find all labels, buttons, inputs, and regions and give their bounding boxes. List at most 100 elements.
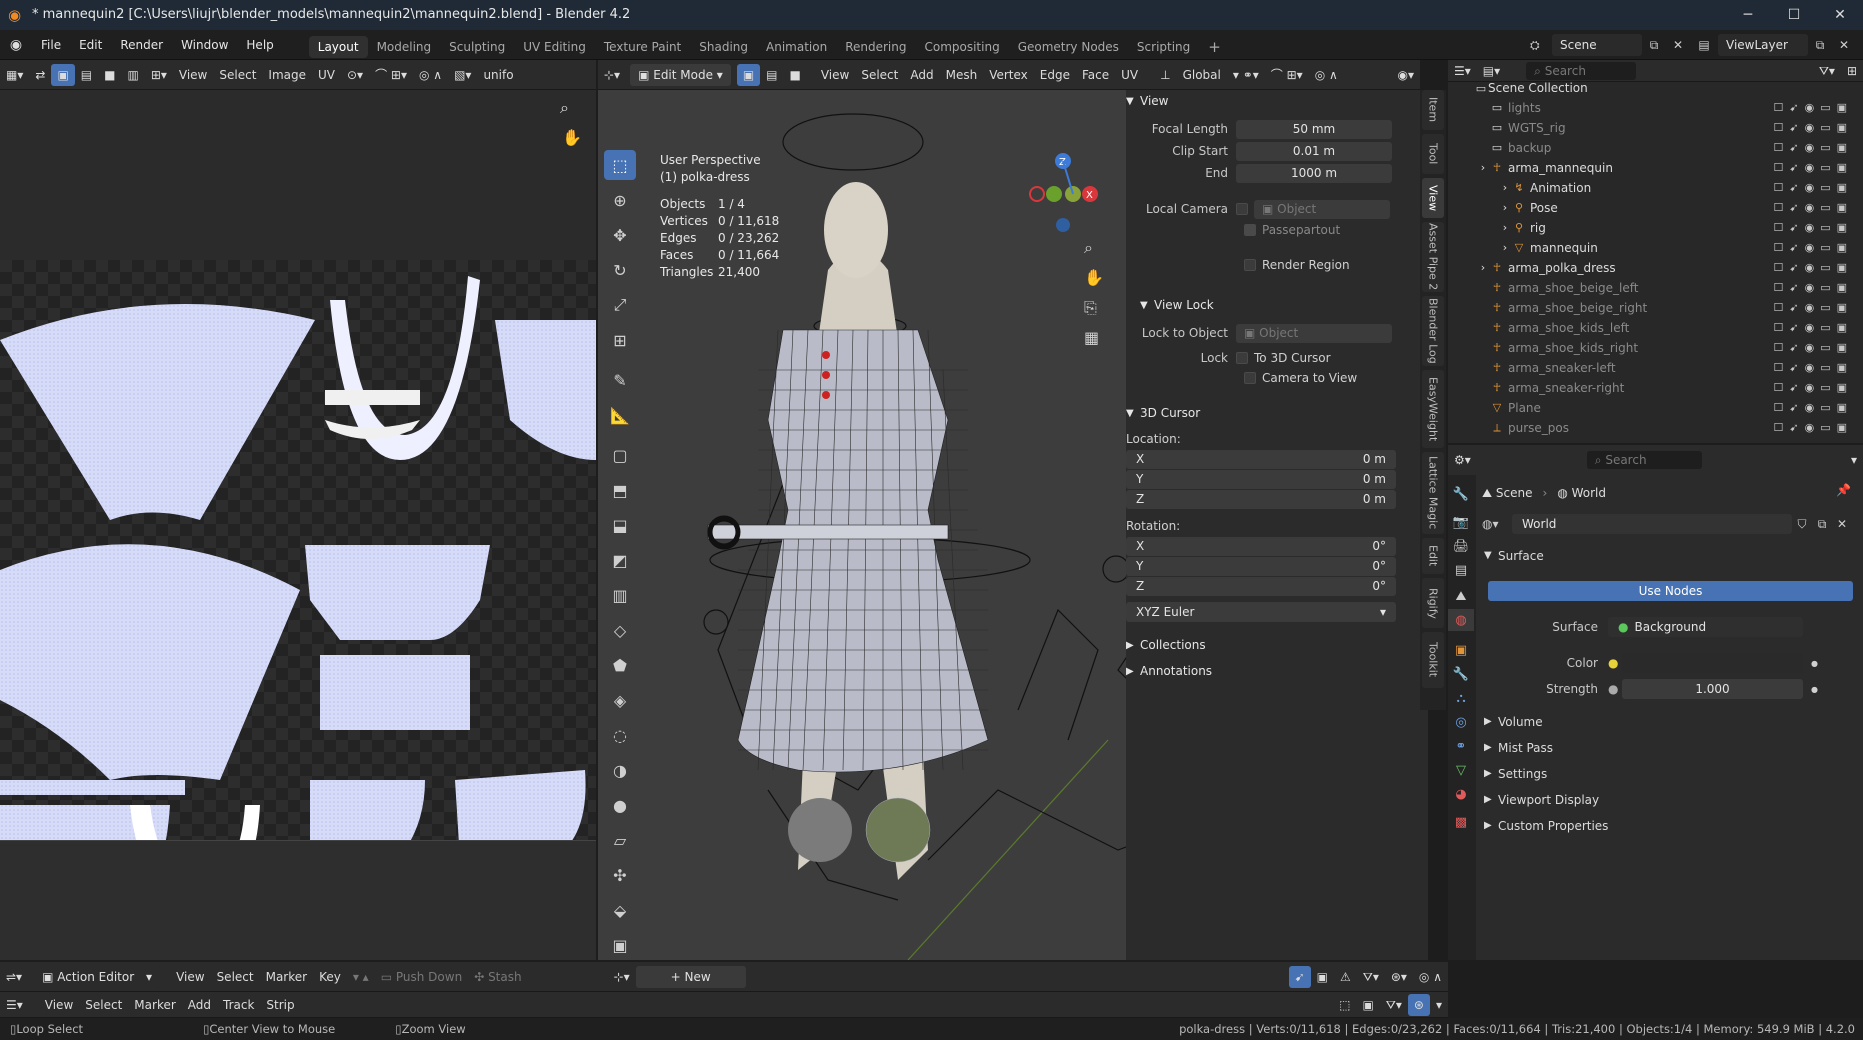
outliner-row[interactable]: › ▽ mannequin ☐➹◉▭▣ — [1448, 238, 1863, 258]
vertex-select-icon[interactable]: ▣ — [51, 63, 75, 86]
tab-uv-editing[interactable]: UV Editing — [514, 36, 595, 58]
action-editor-type-icon[interactable]: ⇌▾ — [0, 966, 28, 988]
scene-tab-icon[interactable]: ⛰ — [1448, 585, 1474, 607]
visibility-toggles-icon[interactable]: ☐➹◉▭▣ — [1774, 178, 1853, 198]
tab-compositing[interactable]: Compositing — [915, 36, 1008, 58]
tab-scripting[interactable]: Scripting — [1128, 36, 1199, 58]
visibility-toggles-icon[interactable]: ☐➹◉▭▣ — [1774, 378, 1853, 398]
ae-menu-key[interactable]: Key — [313, 966, 347, 988]
world-tab-icon[interactable]: ◍ — [1448, 609, 1474, 631]
outliner-row[interactable]: › ☥ arma_polka_dress ☐➹◉▭▣ — [1448, 258, 1863, 278]
view-layer-icon[interactable]: ▤ — [1690, 38, 1718, 52]
tab-rendering[interactable]: Rendering — [836, 36, 915, 58]
proportional-icon[interactable]: ◎ ∧ — [1413, 966, 1448, 988]
tab-tool[interactable]: Tool — [1422, 134, 1444, 174]
vp-menu-select[interactable]: Select — [855, 64, 904, 86]
visibility-toggles-icon[interactable]: ☐➹◉▭▣ — [1774, 398, 1853, 418]
face-select-icon[interactable]: ■ — [98, 64, 121, 86]
image-browse-icon[interactable]: ▧▾ — [448, 64, 477, 86]
layer-arrows-icon[interactable]: ▾ ▴ — [347, 966, 375, 988]
tab-asset-pipe[interactable]: Asset Pipe 2 — [1422, 222, 1444, 292]
tab-animation[interactable]: Animation — [757, 36, 836, 58]
cursor-section-header[interactable]: ▼ 3D Cursor — [1126, 402, 1416, 424]
visibility-toggles-icon[interactable]: ☐➹◉▭▣ — [1774, 158, 1853, 178]
annotations-section-header[interactable]: ▶ Annotations — [1126, 660, 1416, 682]
new-action-button[interactable]: + New — [635, 965, 746, 988]
keyframe-dot-icon[interactable]: ● — [1811, 659, 1818, 668]
knife-tool-icon[interactable]: ◇ — [604, 615, 636, 645]
spin-tool-icon[interactable]: ◈ — [604, 685, 636, 715]
tab-layout[interactable]: Layout — [308, 35, 368, 58]
tab-toolkit[interactable]: Toolkit — [1422, 632, 1444, 688]
tab-shading[interactable]: Shading — [690, 36, 757, 58]
tab-edit[interactable]: Edit — [1422, 538, 1444, 574]
new-scene-icon[interactable]: ⧉ — [1642, 38, 1666, 53]
visibility-toggles-icon[interactable]: ☐➹◉▭▣ — [1774, 218, 1853, 238]
strength-field[interactable]: 1.000 — [1622, 679, 1803, 699]
camera-view-icon[interactable]: ⎘ — [1084, 298, 1097, 318]
outliner-row[interactable]: ☥ arma_shoe_kids_right ☐➹◉▭▣ — [1448, 338, 1863, 358]
to-sphere-tool-icon[interactable]: ⬙ — [604, 895, 636, 925]
only-selected-icon[interactable]: ➹ — [1288, 965, 1311, 988]
rotate-tool-icon[interactable]: ↻ — [604, 255, 636, 285]
visibility-toggles-icon[interactable]: ☐➹◉▭▣ — [1774, 98, 1853, 118]
snap-icon[interactable]: ⌒ ⊞▾ — [369, 64, 413, 86]
camera-to-view-checkbox[interactable] — [1244, 372, 1256, 384]
minimize-button[interactable]: ─ — [1725, 0, 1771, 30]
pan-view-icon[interactable]: ✋ — [1084, 268, 1104, 287]
orientation-icon[interactable]: ⊥ — [1154, 64, 1176, 86]
blender-menu-icon[interactable]: ◉ — [0, 37, 32, 53]
proportional-icon[interactable]: ◎ ∧ — [413, 64, 448, 86]
vp-menu-view[interactable]: View — [815, 64, 855, 86]
cursor-tool-icon[interactable]: ⊕ — [604, 185, 636, 215]
tab-texture-paint[interactable]: Texture Paint — [595, 36, 690, 58]
chevron-right-icon[interactable]: › — [1498, 178, 1512, 198]
vp-menu-add[interactable]: Add — [904, 64, 939, 86]
vp-menu-edge[interactable]: Edge — [1034, 64, 1076, 86]
proportional-edit-icon[interactable]: ◎ ∧ — [1309, 64, 1344, 86]
nla-menu-track[interactable]: Track — [217, 994, 260, 1016]
pivot-icon[interactable]: ⊙▾ — [341, 64, 369, 86]
tab-sculpting[interactable]: Sculpting — [440, 36, 514, 58]
outliner-row[interactable]: ▭ lights ☐➹◉▭▣ — [1448, 98, 1863, 118]
outliner-search-input[interactable]: ⌕ Search — [1526, 61, 1637, 80]
object-tab-icon[interactable]: ▣ — [1448, 639, 1474, 661]
mode-selector[interactable]: ▣ Edit Mode ▾ — [630, 63, 731, 86]
visibility-toggles-icon[interactable]: ☐➹◉▭▣ — [1774, 258, 1853, 278]
local-camera-checkbox[interactable] — [1236, 203, 1248, 215]
ortho-toggle-icon[interactable]: ▦ — [1084, 328, 1099, 347]
transform-tool-icon[interactable]: ⊞ — [604, 325, 636, 355]
world-browse-icon[interactable]: ◍▾ — [1482, 517, 1512, 531]
tab-view[interactable]: View — [1422, 178, 1444, 218]
annotate-tool-icon[interactable]: ✎ — [604, 365, 636, 395]
ae-menu-select[interactable]: Select — [211, 966, 260, 988]
uv-menu-uv[interactable]: UV — [312, 64, 341, 86]
push-down-button[interactable]: ▭ Push Down — [375, 966, 468, 988]
island-select-icon[interactable]: ▥ — [121, 64, 144, 86]
render-region-checkbox[interactable] — [1244, 259, 1256, 271]
pivot-point-icon[interactable]: ▾ ⚭▾ — [1227, 64, 1265, 86]
shear-tool-icon[interactable]: ▱ — [604, 825, 636, 855]
visibility-toggles-icon[interactable]: ☐➹◉▭▣ — [1774, 198, 1853, 218]
menu-render[interactable]: Render — [111, 30, 172, 60]
smooth-tool-icon[interactable]: ◌ — [604, 720, 636, 750]
loop-cut-tool-icon[interactable]: ▥ — [604, 580, 636, 610]
tab-item[interactable]: Item — [1422, 90, 1444, 130]
texture-tab-icon[interactable]: ▩ — [1448, 811, 1474, 833]
rip-region-tool-icon[interactable]: ▣ — [604, 930, 636, 960]
action-editor-mode-dropdown[interactable]: ▣ Action Editor ▾ — [34, 965, 161, 988]
local-camera-field[interactable]: ▣ Object — [1254, 199, 1390, 219]
outliner-row[interactable]: ▭ backup ☐➹◉▭▣ — [1448, 138, 1863, 158]
view-layer-selector[interactable]: ViewLayer — [1718, 34, 1808, 56]
tab-blender-log[interactable]: Blender Log — [1422, 296, 1444, 366]
vp-menu-mesh[interactable]: Mesh — [940, 64, 984, 86]
snapping-icon[interactable]: ⊛▾ — [1385, 966, 1413, 988]
edge-mode-icon[interactable]: ▤ — [760, 64, 783, 86]
chevron-right-icon[interactable]: › — [1498, 238, 1512, 258]
maximize-button[interactable]: ☐ — [1771, 0, 1817, 30]
sticky-select-icon[interactable]: ⊞▾ — [145, 64, 173, 86]
outliner-row[interactable]: ☥ arma_shoe_beige_right ☐➹◉▭▣ — [1448, 298, 1863, 318]
outliner-row[interactable]: › ⚲ rig ☐➹◉▭▣ — [1448, 218, 1863, 238]
extrude-tool-icon[interactable]: ⬒ — [604, 475, 636, 505]
nla-filter-icon[interactable]: ⛛▾ — [1380, 994, 1408, 1016]
